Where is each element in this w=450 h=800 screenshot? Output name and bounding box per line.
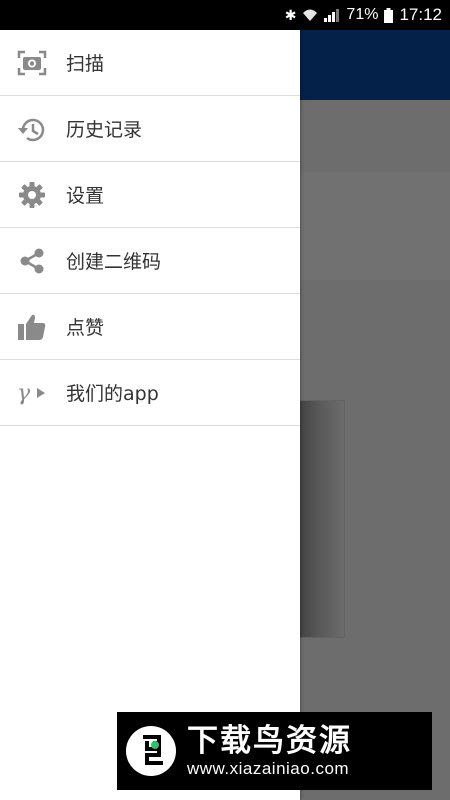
- navigation-drawer: 扫描 历史记录 设置 创建二维码 点赞 γ 我们的app: [0, 30, 300, 800]
- history-icon: [16, 113, 48, 145]
- bluetooth-icon: ✱: [284, 6, 297, 23]
- status-time: 17:12: [399, 5, 442, 24]
- menu-item-label: 历史记录: [66, 119, 143, 141]
- signal-icon: [324, 8, 340, 22]
- menu-item-history[interactable]: 历史记录: [0, 96, 300, 162]
- menu-item-like[interactable]: 点赞: [0, 294, 300, 360]
- battery-icon: [384, 7, 394, 23]
- watermark-url: www.xiazainiao.com: [187, 759, 350, 778]
- settings-gear-icon: [16, 179, 48, 211]
- gamma-play-icon: γ: [16, 377, 48, 409]
- menu-item-scan[interactable]: 扫描: [0, 30, 300, 96]
- scan-icon: [16, 47, 48, 79]
- menu-item-label: 创建二维码: [66, 251, 162, 273]
- share-icon: [16, 245, 48, 277]
- watermark-logo-icon: [123, 723, 179, 779]
- menu-item-settings[interactable]: 设置: [0, 162, 300, 228]
- watermark-title: 下载鸟资源: [187, 723, 352, 759]
- battery-percent: 71%: [346, 6, 379, 23]
- menu-item-label: 点赞: [66, 317, 105, 339]
- menu-item-create-qr[interactable]: 创建二维码: [0, 228, 300, 294]
- wifi-icon: [302, 8, 318, 22]
- menu-item-label: 扫描: [66, 53, 105, 75]
- svg-text:γ: γ: [17, 381, 31, 406]
- status-bar: ✱ 71% 17:12: [0, 0, 450, 30]
- menu-item-our-apps[interactable]: γ 我们的app: [0, 360, 300, 426]
- menu-item-label: 设置: [66, 185, 105, 207]
- watermark-banner: 下载鸟资源 www.xiazainiao.com: [117, 712, 432, 790]
- thumbs-up-icon: [16, 311, 48, 343]
- menu-item-label: 我们的app: [66, 383, 159, 405]
